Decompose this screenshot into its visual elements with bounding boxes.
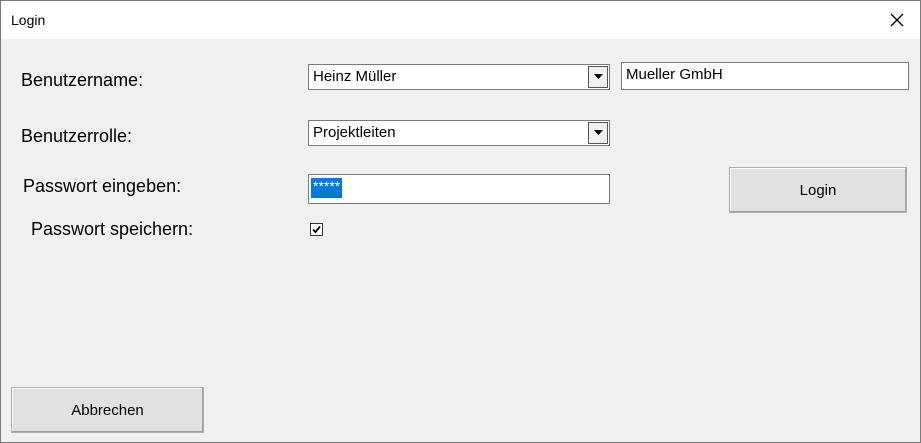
username-value: Heinz Müller — [313, 68, 397, 85]
cancel-button[interactable]: Abbrechen — [11, 387, 204, 433]
username-dropdown-arrow[interactable] — [588, 66, 608, 88]
password-input[interactable]: ***** — [308, 174, 610, 204]
company-field[interactable]: Mueller GmbH — [621, 62, 909, 90]
chevron-down-icon — [593, 130, 603, 135]
close-button[interactable] — [874, 1, 920, 39]
password-value: ***** — [311, 178, 343, 198]
login-dialog: Login Benutzername: Heinz Müller Mueller… — [0, 0, 921, 443]
title-bar: Login — [1, 1, 920, 39]
close-icon — [890, 13, 904, 27]
save-password-label: Passwort speichern: — [31, 219, 194, 239]
chevron-down-icon — [593, 74, 603, 79]
company-value: Mueller GmbH — [626, 66, 723, 83]
save-password-checkbox[interactable] — [310, 223, 323, 236]
role-value: Projektleiten — [313, 124, 396, 141]
role-dropdown-arrow[interactable] — [588, 122, 608, 144]
username-label: Benutzername: — [21, 70, 144, 90]
check-icon — [312, 225, 321, 234]
window-title: Login — [11, 12, 46, 28]
role-dropdown[interactable]: Projektleiten — [308, 120, 610, 146]
username-dropdown[interactable]: Heinz Müller — [308, 64, 610, 90]
password-label: Passwort eingeben: — [23, 176, 182, 196]
login-button[interactable]: Login — [729, 167, 907, 213]
role-label: Benutzerrolle: — [21, 126, 133, 146]
